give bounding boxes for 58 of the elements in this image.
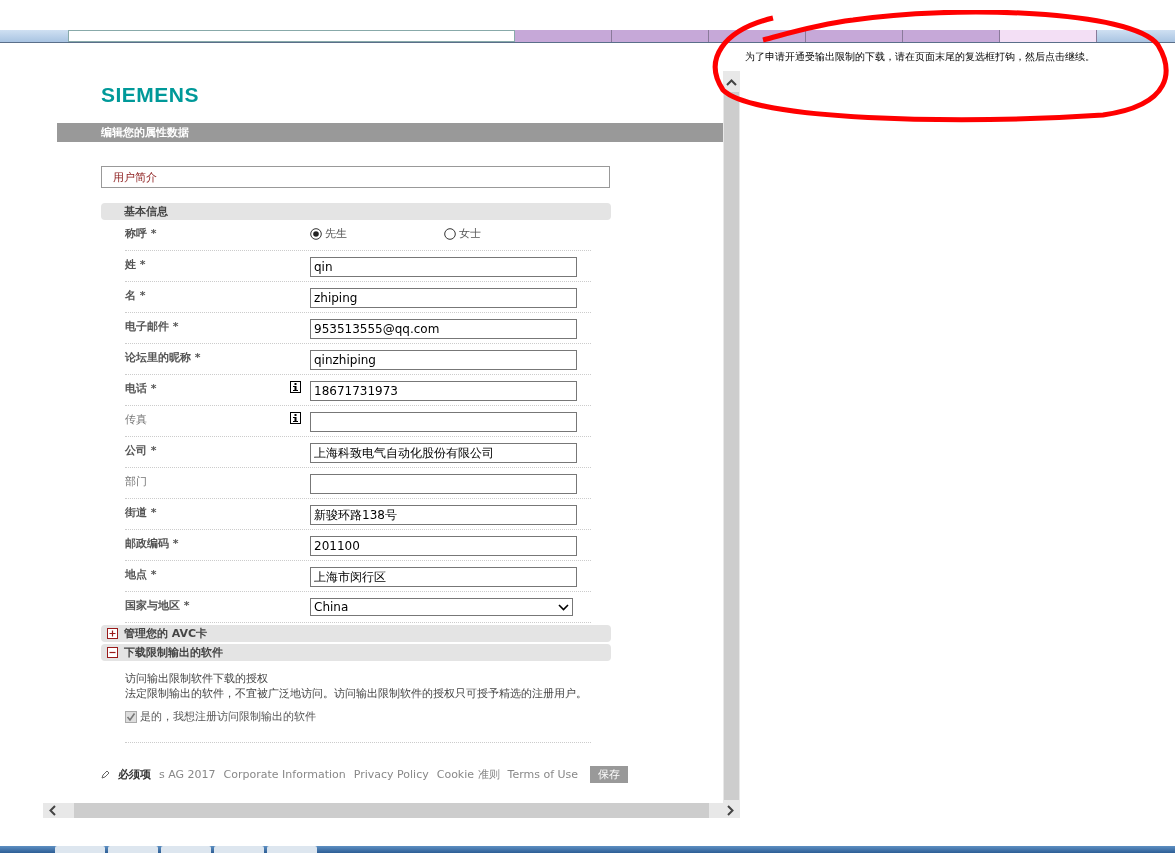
text-field[interactable]: 953513555@qq.com: [310, 319, 577, 339]
horizontal-scrollbar[interactable]: [43, 803, 740, 818]
field-label: 公司 *: [125, 443, 158, 458]
field-label: 传真: [125, 412, 148, 427]
footer-link[interactable]: Terms of Use: [507, 768, 579, 781]
radio-option[interactable]: 先生: [310, 226, 444, 241]
country-dropdown[interactable]: China: [310, 598, 573, 616]
radio-option[interactable]: 女士: [444, 226, 578, 241]
chevron-right-icon[interactable]: [727, 805, 734, 816]
text-field[interactable]: 201100: [310, 536, 577, 556]
panel-heading: 访问输出限制软件下载的授权: [125, 671, 269, 686]
field-label: 部门: [125, 474, 148, 489]
vertical-scrollbar[interactable]: [723, 71, 740, 803]
section-header[interactable]: 下载限制输出的软件: [101, 644, 611, 661]
chevron-left-icon[interactable]: [49, 805, 56, 816]
field-label: 地点 *: [125, 567, 158, 582]
text-field[interactable]: 上海市闵行区: [310, 567, 577, 587]
text-field[interactable]: [310, 412, 577, 432]
section-title: 管理您的 AVC卡: [124, 626, 208, 641]
field-label: 电子邮件 *: [125, 319, 180, 334]
field-label: 称呼 *: [125, 226, 158, 241]
chevron-down-icon: [558, 603, 569, 611]
field-label: 名 *: [125, 288, 147, 303]
field-label: 论坛里的昵称 *: [125, 350, 202, 365]
checkbox-label: 是的，我想注册访问限制输出的软件: [140, 709, 316, 724]
text-field[interactable]: 新骏环路138号: [310, 505, 577, 525]
logo: SIEMENS: [101, 83, 200, 107]
field-label: 姓 *: [125, 257, 147, 272]
section-header[interactable]: 管理您的 AVC卡: [101, 625, 611, 642]
radio-button[interactable]: [310, 227, 322, 240]
field-label: 国家与地区 *: [125, 598, 191, 613]
section-title: 下载限制输出的软件: [124, 645, 223, 660]
panel-description: 法定限制输出的软件，不宜被广泛地访问。访问输出限制软件的授权只可授予精选的注册用户。: [125, 686, 588, 701]
text-field[interactable]: 18671731973: [310, 381, 577, 401]
field-label: 电话 *: [125, 381, 158, 396]
info-icon[interactable]: [290, 412, 301, 424]
footer-link[interactable]: Privacy Policy: [353, 768, 429, 781]
required-note: 必须项: [118, 767, 151, 782]
footer-link[interactable]: Cookie 准则: [436, 767, 500, 782]
footer-link[interactable]: s AG 2017: [159, 768, 216, 781]
footer-link[interactable]: Corporate Information: [223, 768, 346, 781]
info-icon[interactable]: [290, 381, 301, 393]
minus-icon[interactable]: [107, 647, 118, 658]
text-field[interactable]: qinzhiping: [310, 350, 577, 370]
radio-button[interactable]: [444, 227, 456, 240]
section-title: 基本信息: [124, 204, 168, 219]
chevron-up-icon[interactable]: [726, 79, 737, 86]
text-field[interactable]: 上海科致电气自动化股份有限公司: [310, 443, 577, 463]
page-title: 编辑您的属性数据: [101, 125, 189, 140]
text-field[interactable]: qin: [310, 257, 577, 277]
text-field[interactable]: zhiping: [310, 288, 577, 308]
notice-text: 为了申请开通受输出限制的下载，请在页面末尾的复选框打钩，然后点击继续。: [745, 50, 1095, 64]
plus-icon[interactable]: [107, 628, 118, 639]
profile-tab[interactable]: 用户简介: [101, 166, 610, 188]
pencil-icon: [101, 770, 110, 779]
field-label: 邮政编码 *: [125, 536, 180, 551]
field-label: 街道 *: [125, 505, 158, 520]
text-field[interactable]: [310, 474, 577, 494]
